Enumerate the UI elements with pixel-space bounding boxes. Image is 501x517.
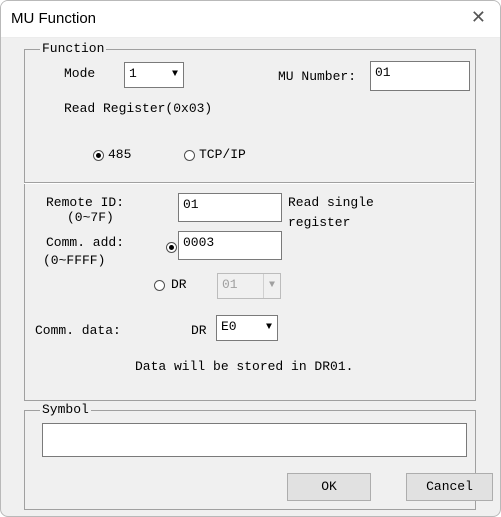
dr-value: 01: [222, 277, 238, 292]
read-single-text-line1: Read single: [288, 195, 374, 210]
stored-note: Data will be stored in DR01.: [135, 359, 354, 374]
comm-add-radio[interactable]: [166, 242, 177, 253]
radio-tcpip-label: TCP/IP: [199, 147, 246, 162]
mu-function-dialog: MU Function ✕ Function Mode 1 ▼ MU Numbe…: [0, 0, 501, 517]
radio-485-label: 485: [108, 147, 132, 162]
read-single-text-line2: register: [288, 215, 351, 230]
dr-label: DR: [171, 277, 187, 292]
chevron-down-icon[interactable]: ▼: [167, 63, 183, 87]
remote-id-range: (0~7F): [67, 210, 114, 225]
chevron-down-icon[interactable]: ▼: [261, 316, 277, 340]
close-icon[interactable]: ✕: [471, 7, 486, 28]
comm-add-range: (0~FFFF): [43, 253, 106, 268]
mode-label: Mode: [64, 66, 96, 81]
cancel-button[interactable]: Cancel: [406, 473, 493, 501]
remote-id-label: Remote ID:: [46, 195, 125, 210]
mode-value: 1: [129, 66, 137, 81]
read-register-text: Read Register(0x03): [64, 101, 213, 116]
chevron-down-icon[interactable]: ▼: [263, 274, 280, 298]
mu-number-label: MU Number:: [278, 69, 357, 84]
mode-select[interactable]: 1 ▼: [124, 62, 184, 88]
radio-tcpip[interactable]: [184, 150, 195, 161]
comm-add-label: Comm. add:: [46, 235, 125, 250]
symbol-legend: Symbol: [40, 402, 91, 417]
remote-id-input[interactable]: 01: [178, 193, 282, 222]
ok-button[interactable]: OK: [287, 473, 371, 501]
mu-number-input[interactable]: 01: [370, 61, 470, 91]
dr-radio[interactable]: [154, 280, 165, 291]
comm-data-select[interactable]: E0 ▼: [216, 315, 278, 341]
comm-data-dr-label: DR: [191, 323, 207, 338]
dr-select[interactable]: 01 ▼: [217, 273, 281, 299]
section-divider: [24, 182, 474, 184]
function-legend: Function: [40, 41, 107, 56]
radio-485[interactable]: [93, 150, 104, 161]
comm-data-value: E0: [221, 319, 237, 334]
comm-data-label: Comm. data:: [35, 323, 121, 338]
dialog-title: MU Function: [11, 10, 97, 27]
symbol-input[interactable]: [42, 423, 467, 457]
comm-add-input[interactable]: 0003: [178, 231, 282, 260]
title-bar: MU Function ✕: [1, 1, 500, 38]
